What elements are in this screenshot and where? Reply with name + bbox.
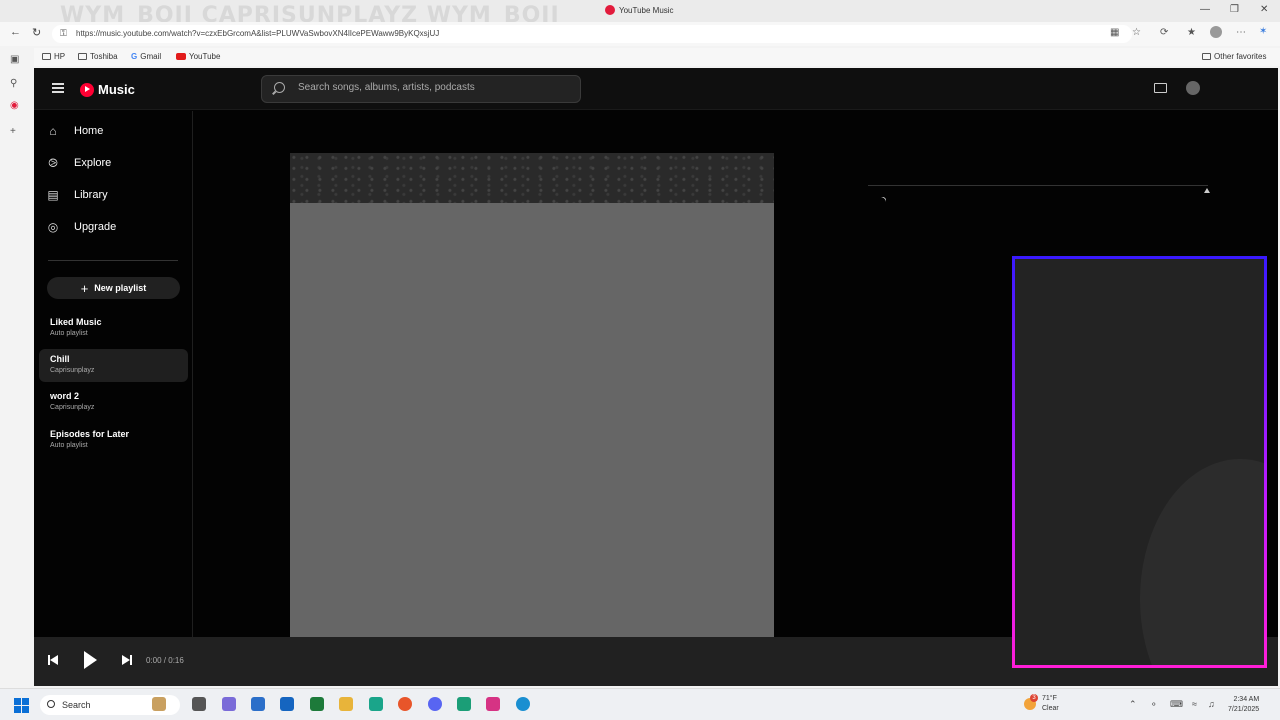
bookmark-gmail[interactable]: G Gmail	[131, 52, 161, 61]
loading-spinner-icon	[878, 195, 888, 205]
lock-icon: ⚿	[60, 28, 67, 38]
refresh-icon[interactable]: ↻	[32, 26, 41, 39]
playlist-item-episodes-for-later[interactable]: Episodes for Later Auto playlist	[39, 424, 188, 457]
extensions-icon[interactable]: ⟳	[1160, 27, 1168, 38]
yt-music-logo[interactable]: Music	[80, 82, 135, 97]
weather-widget[interactable]: 71°F Clear	[1042, 694, 1059, 714]
store-icon[interactable]	[251, 697, 265, 711]
playlist-item-word-2[interactable]: word 2 Caprisunplayz	[39, 386, 188, 419]
playlist-item-liked-music[interactable]: Liked Music Auto playlist	[39, 312, 188, 345]
bookmark-toshiba[interactable]: Toshiba	[78, 52, 118, 61]
instagram-icon[interactable]	[486, 697, 500, 711]
more-menu-icon[interactable]: ⋯	[1236, 27, 1246, 38]
album-art[interactable]	[290, 203, 774, 637]
taskbar-clock[interactable]: 2:34 AM 7/21/2025	[1228, 695, 1259, 715]
search-icon	[274, 82, 285, 93]
sidebar-divider	[48, 260, 178, 261]
sidebar-item-upgrade[interactable]: ◎ Upgrade	[46, 220, 116, 234]
app-sidebar: ⌂ Home ⧁ Explore ▤ Library ◎ Upgrade + N…	[34, 111, 193, 637]
restore-icon[interactable]: ❐	[1230, 4, 1239, 15]
search-icon	[47, 700, 55, 708]
search-input[interactable]	[298, 82, 568, 93]
widgets-icon[interactable]	[152, 697, 166, 711]
bookmark-youtube[interactable]: YouTube	[176, 52, 220, 61]
chevron-up-icon[interactable]: ⌃	[1129, 699, 1137, 710]
plus-icon: +	[80, 280, 89, 296]
playlist-item-chill[interactable]: Chill Caprisunplayz	[39, 349, 188, 382]
edge-icon[interactable]	[516, 697, 530, 711]
app-header: Music	[34, 68, 1278, 110]
back-icon[interactable]: ←	[10, 26, 21, 38]
wifi-icon[interactable]: ≈	[1192, 699, 1197, 709]
outlook-icon[interactable]	[280, 697, 294, 711]
bookmarks-bar: HP Toshiba G Gmail YouTube Other favorite…	[34, 48, 1280, 66]
app-icon-2[interactable]	[457, 697, 471, 711]
queue-tab-underline	[868, 185, 1208, 186]
cast-icon[interactable]	[1154, 83, 1167, 93]
url-field[interactable]: ⚿ https://music.youtube.com/watch?v=czxE…	[52, 25, 1132, 43]
task-view-icon[interactable]	[192, 697, 206, 711]
keyboard-icon[interactable]: ⌨	[1170, 699, 1183, 710]
yt-music-favicon-icon	[605, 5, 615, 15]
new-playlist-button[interactable]: + New playlist	[47, 277, 180, 299]
search-icon[interactable]: ⚲	[10, 78, 17, 89]
bookmark-hp[interactable]: HP	[42, 52, 65, 61]
compass-icon: ⧁	[48, 156, 58, 170]
upgrade-icon: ◎	[47, 220, 59, 234]
google-icon: G	[131, 52, 138, 61]
youtube-icon	[176, 53, 186, 60]
chevron-up-icon[interactable]	[1204, 188, 1210, 193]
add-tab-icon[interactable]: +	[10, 126, 16, 137]
play-logo-icon	[80, 82, 94, 97]
copilot-icon[interactable]: ✶	[1259, 26, 1267, 37]
album-art-backdrop	[290, 153, 774, 203]
url-text: https://music.youtube.com/watch?v=czxEbG…	[76, 29, 440, 38]
account-avatar[interactable]	[1186, 81, 1200, 95]
close-icon[interactable]: ✕	[1260, 4, 1268, 15]
tab-title: YouTube Music	[619, 5, 674, 15]
sidebar-item-explore[interactable]: ⧁ Explore	[46, 156, 111, 170]
discord-icon[interactable]	[428, 697, 442, 711]
favorite-star-icon[interactable]: ☆	[1132, 27, 1141, 38]
folder-icon	[1202, 53, 1211, 60]
microphone-icon[interactable]: ⚬	[1150, 699, 1158, 710]
firefox-icon[interactable]	[398, 697, 412, 711]
reader-icon[interactable]: ▦	[1110, 27, 1119, 38]
weather-badge: 3	[1030, 694, 1038, 702]
tabs-icon[interactable]: ▣	[10, 54, 19, 65]
previous-track-button[interactable]	[48, 655, 58, 665]
volume-icon[interactable]: ♫	[1208, 699, 1215, 709]
sidebar-item-home[interactable]: ⌂ Home	[46, 124, 103, 138]
webcam-overlay	[1012, 256, 1267, 668]
profile-icon[interactable]	[1210, 26, 1222, 38]
library-icon: ▤	[47, 188, 59, 202]
playback-time: 0:00 / 0:16	[146, 656, 184, 665]
next-track-button[interactable]	[122, 655, 132, 665]
excel-icon[interactable]	[310, 697, 324, 711]
copilot-app-icon[interactable]	[222, 697, 236, 711]
other-favorites[interactable]: Other favorites	[1202, 52, 1266, 61]
folder-icon	[42, 53, 51, 60]
address-bar-row: ← ↻ ⚿ https://music.youtube.com/watch?v=…	[0, 22, 1280, 46]
menu-icon[interactable]	[52, 83, 64, 93]
start-icon[interactable]	[14, 698, 29, 713]
minimize-icon[interactable]: —	[1200, 4, 1210, 15]
browser-side-rail: ▣ ⚲ ◉ +	[0, 46, 34, 686]
windows-taskbar: Search 3 71°F Clear ⌃ ⚬ ⌨ ≈ ♫ 2:34 AM 7/…	[0, 688, 1280, 720]
folder-icon	[78, 53, 87, 60]
favorites-icon[interactable]: ★	[1187, 27, 1196, 38]
webcam-feed	[1140, 459, 1264, 665]
sidebar-item-library[interactable]: ▤ Library	[46, 188, 107, 202]
play-button[interactable]	[84, 651, 97, 669]
search-box[interactable]	[261, 75, 581, 103]
file-explorer-icon[interactable]	[339, 697, 353, 711]
home-icon: ⌂	[49, 124, 57, 138]
yt-music-tab-icon[interactable]: ◉	[10, 100, 19, 111]
browser-titlebar: WYM_BOII CAPRISUNPLAYZ WYM_BOII YouTube …	[0, 0, 1280, 28]
browser-tab[interactable]: YouTube Music	[605, 5, 674, 15]
app-icon[interactable]	[369, 697, 383, 711]
